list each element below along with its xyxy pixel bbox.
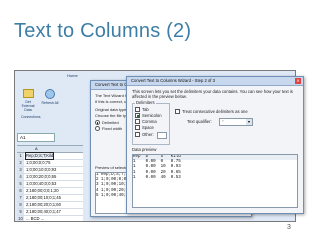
slide-number: 3: [287, 224, 291, 231]
cell[interactable]: ... BCD ...: [26, 216, 44, 221]
wizard-description: This screen lets you set the delimiters …: [132, 89, 293, 99]
get-external-data-label: Get External Data: [21, 100, 35, 112]
close-icon[interactable]: ✕: [295, 78, 301, 84]
text-qualifier-select[interactable]: " ▼: [219, 118, 253, 126]
name-box[interactable]: A1: [17, 133, 55, 142]
cell[interactable]: 2;180;00;0;0;1;20: [26, 188, 59, 194]
text-qualifier-label: Text qualifier:: [187, 119, 212, 124]
cell[interactable]: Rep;D;S;T;Kild: [24, 152, 55, 160]
space-checkbox[interactable]: [135, 125, 140, 131]
semicolon-checkbox[interactable]: [135, 113, 140, 119]
original-data-type-label: Original data type: [95, 107, 127, 112]
delimiter-other[interactable]: Other:: [135, 132, 154, 138]
row-number[interactable]: 9: [17, 209, 24, 216]
chevron-down-icon[interactable]: ▼: [246, 119, 252, 125]
database-icon: [22, 89, 34, 98]
delimiter-comma[interactable]: Comma: [135, 119, 157, 125]
ribbon-tab-home[interactable]: Home: [67, 73, 78, 78]
table-row[interactable]: 10... BCD ...: [17, 216, 83, 221]
preview-line: 3 1;0;00;10;0;93: [96, 183, 130, 188]
row-number[interactable]: 7: [17, 195, 24, 202]
data-preview-label: Data preview: [132, 147, 157, 152]
delimiter-tab[interactable]: Tab: [135, 107, 149, 113]
row-number[interactable]: 10: [17, 216, 24, 221]
consecutive-checkbox[interactable]: [175, 109, 180, 115]
other-delimiter-input[interactable]: [157, 132, 167, 139]
row-number[interactable]: 1: [17, 153, 24, 160]
refresh-all-label: Refresh All: [41, 101, 59, 105]
preview-line: 1 0.00 40 0.53: [133, 175, 181, 180]
get-external-data-button[interactable]: Get External Data: [19, 89, 37, 112]
fixed-width-option[interactable]: Fixed width: [95, 126, 122, 132]
column-header-a[interactable]: A: [17, 146, 83, 153]
row-number[interactable]: 5: [17, 181, 24, 188]
spreadsheet-grid[interactable]: A 1 Rep;D;S;T;Kild 2 1;0;00;0;0;75 3 1;0;00…: [17, 145, 83, 221]
fixed-width-radio[interactable]: [95, 126, 100, 132]
connections-label: Connections: [21, 115, 41, 119]
preview-line: 5 1;0;00;40;0;53: [96, 193, 130, 198]
row-number[interactable]: 4: [17, 174, 24, 181]
row-number[interactable]: 2: [17, 160, 24, 167]
cell[interactable]: 2;180;00;10;0;1;45: [26, 195, 61, 201]
cell[interactable]: 2;180;00;40;0;1;47: [26, 209, 61, 215]
delimited-option[interactable]: Delimited: [95, 120, 119, 126]
row-number[interactable]: 6: [17, 188, 24, 195]
cell[interactable]: 2;180;00;20;0;1;60: [26, 202, 61, 208]
wizard-step2-dialog[interactable]: Convert Text to Columns Wizard - Step 2 …: [126, 76, 304, 214]
refresh-all-button[interactable]: Refresh All: [41, 89, 59, 105]
row-number[interactable]: 3: [17, 167, 24, 174]
delimiters-label: Delimiters: [135, 100, 156, 105]
tab-checkbox[interactable]: [135, 107, 140, 113]
consecutive-delimiters-option[interactable]: Treat consecutive delimiters as one: [175, 109, 248, 115]
data-preview-box[interactable]: Rep D S Kild 1 0.00 0 0.75 1 0.00 10 0.9…: [132, 154, 298, 208]
refresh-icon: [45, 89, 55, 99]
wizard-step2-title[interactable]: Convert Text to Columns Wizard - Step 2 …: [127, 77, 303, 86]
cell[interactable]: 1;0;00;10;0;0;93: [26, 167, 56, 173]
delimiter-space[interactable]: Space: [135, 125, 154, 131]
other-checkbox[interactable]: [135, 132, 140, 138]
cell[interactable]: 1;0;00;40;0;0;53: [26, 181, 56, 187]
delimited-radio[interactable]: [95, 120, 100, 126]
delimiter-semicolon[interactable]: Semicolon: [135, 113, 162, 119]
cell[interactable]: 1;0;00;20;0;0;65: [26, 174, 56, 180]
cell[interactable]: 1;0;00;0;0;75: [26, 160, 50, 166]
slide-title: Text to Columns (2): [14, 20, 192, 42]
row-number[interactable]: 8: [17, 202, 24, 209]
comma-checkbox[interactable]: [135, 119, 140, 125]
